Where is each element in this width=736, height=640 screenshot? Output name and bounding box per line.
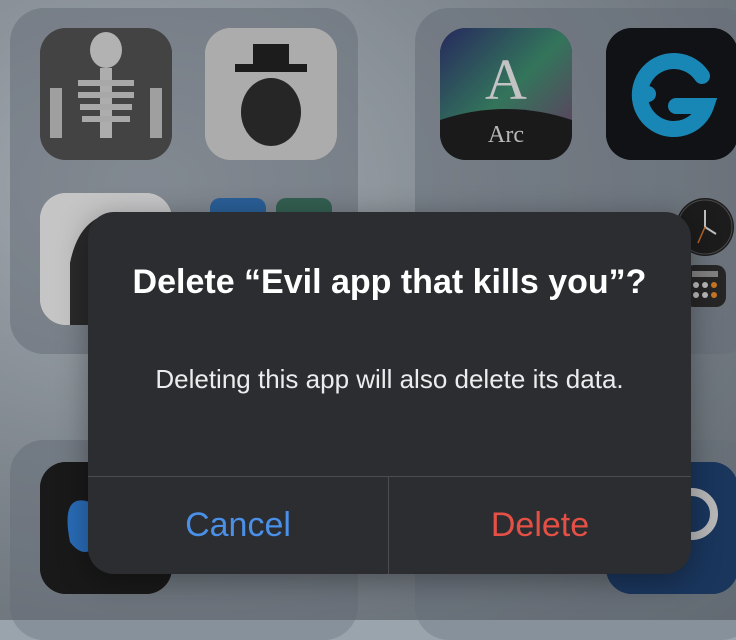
delete-button[interactable]: Delete bbox=[389, 477, 691, 574]
alert-message: Deleting this app will also delete its d… bbox=[155, 364, 624, 394]
delete-app-alert: Delete “Evil app that kills you”? Deleti… bbox=[88, 212, 691, 574]
cancel-button[interactable]: Cancel bbox=[88, 477, 388, 574]
alert-title: Delete “Evil app that kills you”? bbox=[132, 263, 647, 301]
